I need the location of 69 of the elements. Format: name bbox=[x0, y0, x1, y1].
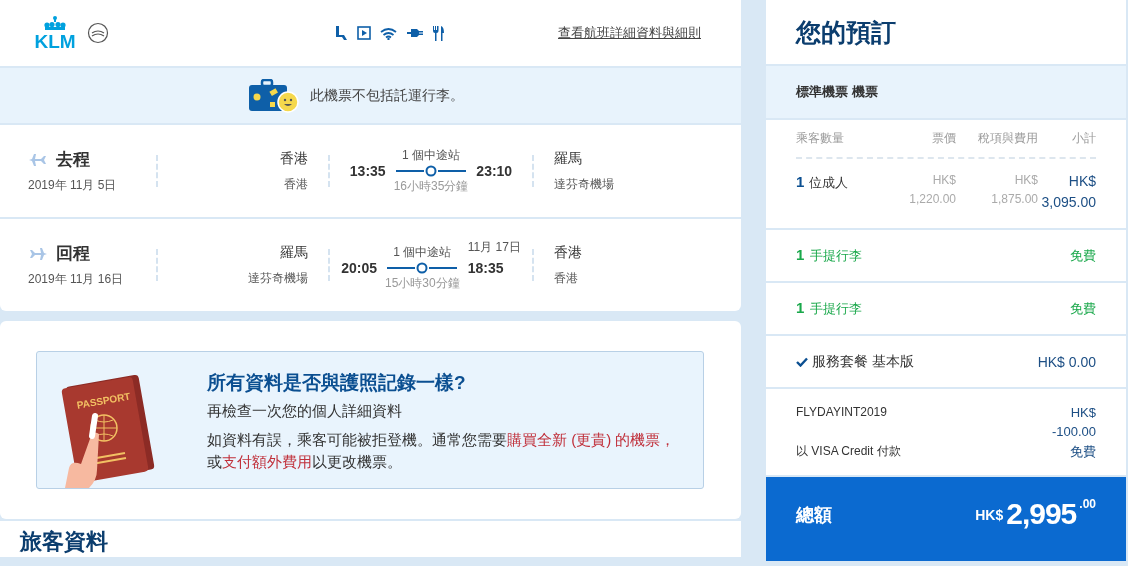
arrival-date: 11月 17日 bbox=[467, 238, 521, 256]
notice-link[interactable]: 支付額外費用 bbox=[222, 453, 312, 470]
flight-direction: 去程 bbox=[56, 149, 90, 171]
currency: HK$ bbox=[932, 173, 956, 187]
wifi-icon bbox=[380, 26, 397, 40]
promo-currency: HK$ bbox=[1069, 405, 1096, 420]
suitcase-icon bbox=[247, 78, 300, 113]
notice-text: 如資料有誤，乘客可能被拒登機。通常您需要購買全新 (更貴) 的機票， 或支付額外費用以更改機票。 bbox=[207, 430, 677, 472]
tax-amount: 1,875.00 bbox=[991, 192, 1038, 206]
subtotal-amount: 3,095.00 bbox=[1041, 194, 1096, 210]
fare-amount: 1,220.00 bbox=[909, 192, 956, 206]
notice-subtitle: 再檢查一次您的個人詳細資料 bbox=[207, 402, 403, 421]
arrival-time: 23:10 bbox=[476, 163, 513, 179]
passenger-count: 1 bbox=[796, 173, 805, 190]
route-stop-icon bbox=[396, 165, 466, 177]
service-price: HK$ 0.00 bbox=[1037, 353, 1096, 370]
destination-city: 羅馬 bbox=[554, 149, 583, 168]
fare-type: 標準機票 機票 bbox=[766, 66, 1126, 118]
flight-date: 2019年 11月 16日 bbox=[28, 271, 125, 288]
section-heading: 旅客資料 bbox=[20, 528, 109, 556]
total-label: 總額 bbox=[796, 504, 832, 527]
booking-title: 您的預訂 bbox=[796, 16, 897, 48]
column-header: 稅項與費用 bbox=[977, 130, 1038, 147]
total-currency: HK$ bbox=[975, 507, 1004, 523]
arrival-time: 18:35 bbox=[467, 259, 504, 276]
stops-count: 1 個中途站 bbox=[402, 147, 460, 164]
baggage-count: 1 bbox=[796, 246, 805, 263]
flight-date: 2019年 11月 5日 bbox=[28, 177, 118, 194]
destination-airport: 達芬奇機場 bbox=[554, 175, 614, 193]
departure-time: 20:05 bbox=[341, 259, 377, 276]
plug-icon bbox=[406, 27, 423, 39]
flight-direction: 回程 bbox=[56, 243, 90, 265]
total-amount: 2,995 bbox=[1006, 497, 1077, 531]
notice-title: 所有資料是否與護照記錄一樣? bbox=[207, 371, 467, 395]
promo-code: FLYDAYINT2019 bbox=[796, 405, 888, 420]
play-icon bbox=[357, 26, 371, 40]
origin-airport: 達芬奇機場 bbox=[248, 269, 308, 287]
total-cents: .00 bbox=[1079, 497, 1096, 511]
destination-city: 香港 bbox=[554, 243, 582, 262]
passenger-type: 位成人 bbox=[809, 175, 849, 190]
destination-airport: 香港 bbox=[554, 269, 579, 287]
baggage-price: 免費 bbox=[1070, 246, 1096, 265]
origin-airport: 香港 bbox=[284, 175, 308, 193]
departure-time: 13:35 bbox=[349, 163, 386, 179]
origin-city: 羅馬 bbox=[280, 243, 308, 262]
route-stop-icon bbox=[387, 261, 458, 274]
cutlery-icon bbox=[432, 24, 444, 42]
promo-amount: -100.00 bbox=[1051, 424, 1096, 439]
baggage-label: 手提行李 bbox=[810, 248, 863, 263]
baggage-price: 免費 bbox=[1070, 299, 1096, 318]
notice-link[interactable]: 購買全新 (更貴) 的機票， bbox=[507, 431, 676, 448]
flight-duration: 15小時30分鐘 bbox=[385, 274, 460, 292]
seat-icon bbox=[334, 25, 348, 41]
stops-count: 1 個中途站 bbox=[393, 243, 452, 261]
baggage-count: 1 bbox=[796, 299, 805, 316]
payment-method: 以 VISA Credit 付款 bbox=[796, 443, 902, 460]
logo-text: KLM bbox=[34, 31, 76, 51]
currency: HK$ bbox=[1068, 173, 1096, 189]
origin-city: 香港 bbox=[280, 149, 308, 168]
baggage-label: 手提行李 bbox=[810, 301, 863, 316]
column-header: 小計 bbox=[1071, 130, 1096, 147]
flight-details-link[interactable]: 查看航班詳細資料與細則 bbox=[558, 24, 701, 42]
service-label: 服務套餐 基本版 bbox=[812, 352, 914, 371]
baggage-notice: 此機票不包括託運行李。 bbox=[309, 86, 464, 105]
flight-duration: 16小時35分鐘 bbox=[393, 178, 469, 195]
column-header: 票價 bbox=[931, 130, 956, 147]
column-header: 乘客數量 bbox=[796, 130, 845, 147]
payment-fee: 免費 bbox=[1069, 443, 1096, 461]
currency: HK$ bbox=[1014, 173, 1038, 187]
